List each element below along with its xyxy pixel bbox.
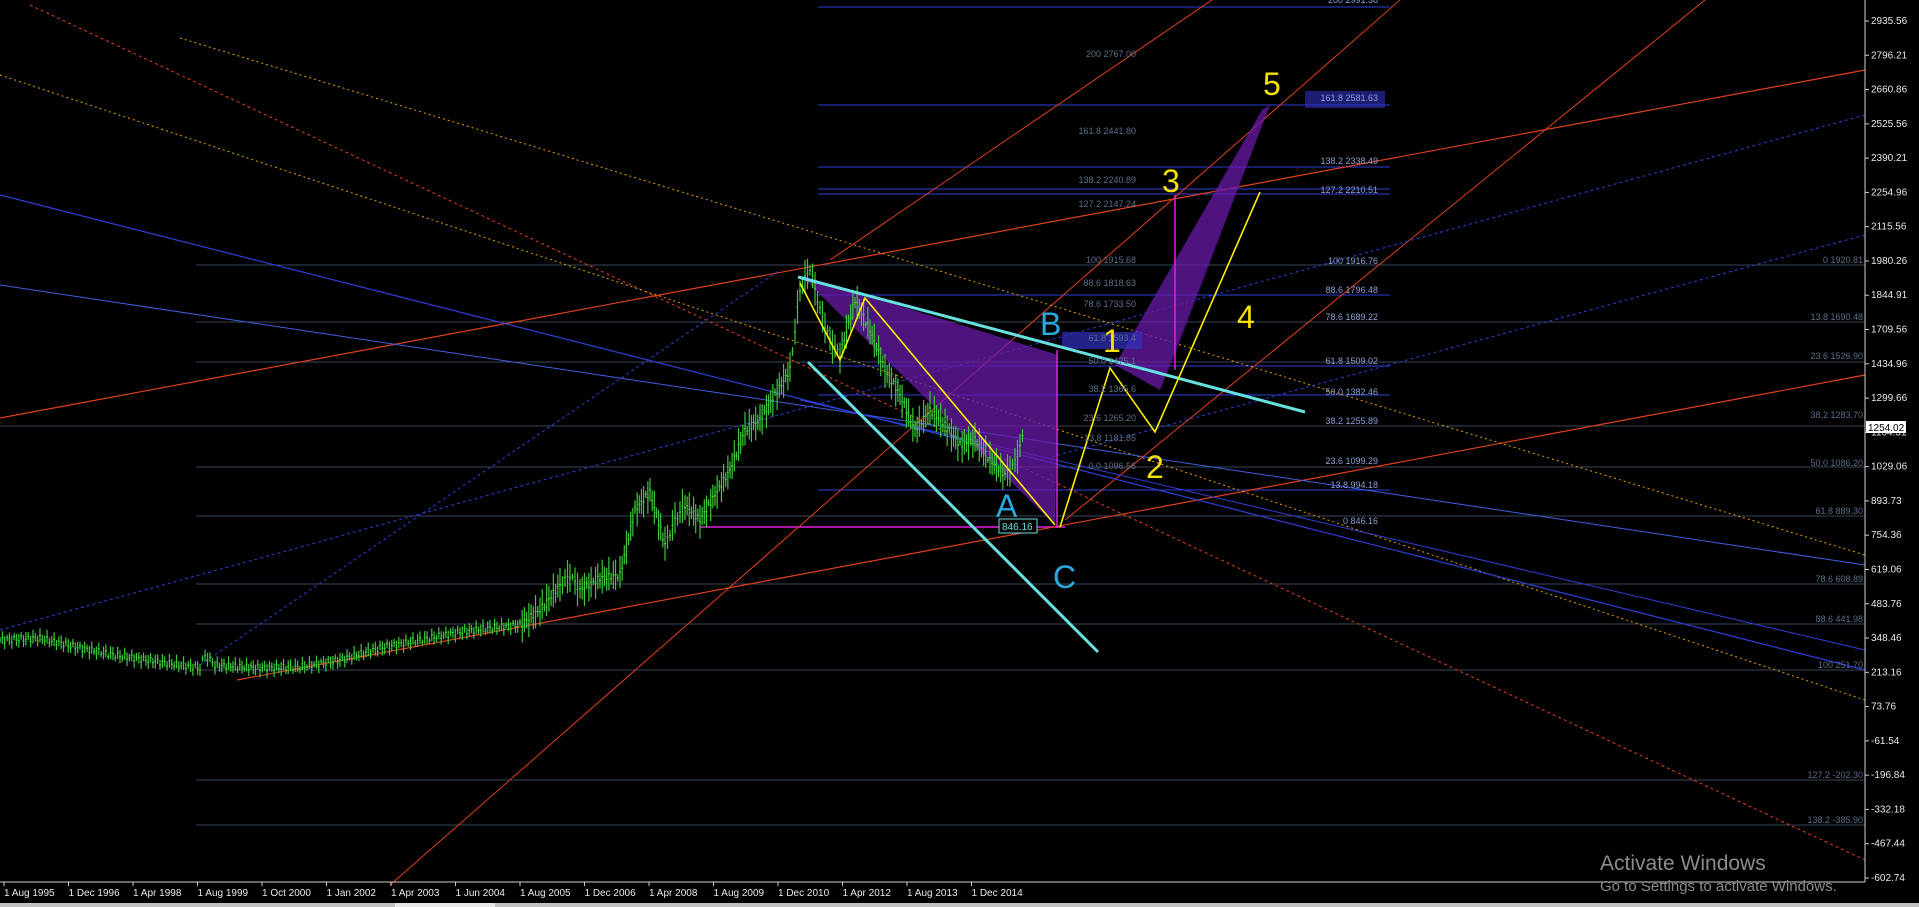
time-axis-label: 1 Dec 2010 bbox=[778, 888, 830, 899]
fib-label: 200 2991.38 bbox=[1328, 0, 1378, 5]
time-axis-label: 1 Apr 2008 bbox=[649, 888, 698, 899]
price-axis-label: 1980.26 bbox=[1871, 256, 1908, 267]
time-axis-label: 1 Apr 2012 bbox=[843, 888, 892, 899]
price-axis-label: 2115.56 bbox=[1871, 222, 1907, 233]
time-axis-label: 1 Jun 2004 bbox=[456, 888, 506, 899]
wave-label-3: 3 bbox=[1162, 163, 1180, 199]
fib-label: 138.2 2338.49 bbox=[1320, 156, 1378, 166]
fib-label: 127.2 2210.51 bbox=[1320, 185, 1378, 195]
price-axis: 2935.56 2796.21 2660.86 2525.56 2390.21 2254.… bbox=[1864, 0, 1908, 884]
price-axis-label: 2935.56 bbox=[1871, 16, 1908, 27]
wave-label-2: 2 bbox=[1146, 449, 1164, 485]
time-axis-label: 1 Aug 2005 bbox=[520, 888, 571, 899]
price-axis-label: 2796.21 bbox=[1871, 50, 1908, 61]
current-price-label: 1254.02 bbox=[1868, 423, 1905, 434]
price-axis-label: 2525.56 bbox=[1871, 119, 1908, 130]
wave-label-4: 4 bbox=[1237, 299, 1255, 335]
fib-label: 0 846.16 bbox=[1343, 516, 1378, 526]
time-axis-label: 1 Apr 2003 bbox=[391, 888, 440, 899]
price-axis-label: 1434.96 bbox=[1871, 359, 1908, 370]
time-axis-label: 1 Dec 2014 bbox=[972, 888, 1024, 899]
fib-label: 38.2 1255.89 bbox=[1325, 416, 1378, 426]
time-axis-label: 1 Dec 1996 bbox=[69, 888, 121, 899]
fib-label: 78.6 1689.22 bbox=[1325, 312, 1378, 322]
fib-label: 61.8 1509.02 bbox=[1325, 356, 1378, 366]
time-axis-label: 1 Apr 1998 bbox=[133, 888, 182, 899]
price-axis-label: 1844.91 bbox=[1871, 290, 1908, 301]
activate-windows-subtitle: Go to Settings to activate Windows. bbox=[1600, 878, 1837, 895]
price-axis-label: 1299.66 bbox=[1871, 393, 1908, 404]
price-chart[interactable]: 200 2767.00161.8 2441.80138.2 2240.89127… bbox=[0, 0, 1919, 907]
price-axis-label: 2660.86 bbox=[1871, 85, 1908, 96]
fib-label: 23.6 1526.90 bbox=[1810, 351, 1863, 361]
price-axis-label: 213.16 bbox=[1871, 667, 1902, 678]
fib-label: 23.6 1265.20 bbox=[1083, 413, 1136, 423]
fib-label: 13.8 1690.48 bbox=[1810, 312, 1863, 322]
price-axis-label: 348.46 bbox=[1871, 633, 1902, 644]
fib-label: 161.8 2581.63 bbox=[1320, 93, 1378, 103]
price-axis-label: -196.84 bbox=[1871, 770, 1905, 781]
wave-label-a: A bbox=[996, 488, 1018, 524]
time-axis-label: 1 Jan 2002 bbox=[327, 888, 377, 899]
fib-label: 38.2 1283.70 bbox=[1810, 410, 1863, 420]
time-axis: 1 Aug 1995 1 Dec 1996 1 Apr 1998 1 Aug 1999… bbox=[0, 881, 1865, 899]
price-axis-label: 483.76 bbox=[1871, 599, 1902, 610]
chart-tab-bar[interactable] bbox=[0, 903, 1919, 907]
fib-labels: 200 2767.00161.8 2441.80138.2 2240.89127… bbox=[1078, 0, 1863, 825]
fib-label: 13.8 994.18 bbox=[1330, 480, 1378, 490]
fib-label: 50.0 1382.46 bbox=[1325, 387, 1378, 397]
time-axis-label: 1 Dec 2006 bbox=[585, 888, 637, 899]
price-axis-label: 893.73 bbox=[1871, 496, 1902, 507]
fib-label: 138.2 -385.90 bbox=[1807, 815, 1863, 825]
fib-label: 0.0 1096.56 bbox=[1088, 461, 1136, 471]
chart-tab[interactable] bbox=[395, 903, 495, 907]
fib-label: 38.2 1365.6 bbox=[1088, 384, 1136, 394]
fib-label: 88.6 1796.48 bbox=[1325, 285, 1378, 295]
time-axis-label: 1 Aug 1995 bbox=[4, 888, 55, 899]
wave-label-c: C bbox=[1053, 559, 1076, 595]
fib-label: 100 1916.76 bbox=[1328, 256, 1378, 266]
fib-label: 88.6 1818.63 bbox=[1083, 278, 1136, 288]
fib-label: 78.6 608.89 bbox=[1815, 574, 1863, 584]
fib-label: 50.0 1086.20 bbox=[1810, 458, 1863, 468]
fib-label: 138.2 2240.89 bbox=[1078, 175, 1136, 185]
fib-label: 200 2767.00 bbox=[1086, 49, 1136, 59]
fib-label: 13.8 1181.85 bbox=[1084, 433, 1136, 443]
wave-label-b: B bbox=[1040, 306, 1061, 342]
price-axis-label: 2254.96 bbox=[1871, 187, 1908, 198]
fib-label: 78.6 1733.50 bbox=[1083, 299, 1136, 309]
fib-label: 127.2 2147.24 bbox=[1078, 199, 1136, 209]
price-axis-label: -61.54 bbox=[1871, 736, 1900, 747]
fib-label: 23.6 1099.29 bbox=[1325, 456, 1378, 466]
price-axis-label: 2390.21 bbox=[1871, 153, 1908, 164]
time-axis-label: 1 Aug 1999 bbox=[198, 888, 249, 899]
fib-label: 61.8 889.30 bbox=[1815, 506, 1863, 516]
red-trendlines bbox=[0, 0, 1866, 886]
price-axis-label: 73.76 bbox=[1871, 702, 1896, 713]
fib-label: 0 1920.81 bbox=[1823, 255, 1863, 265]
price-axis-label: -467.44 bbox=[1871, 839, 1905, 850]
price-axis-label: 1029.06 bbox=[1871, 462, 1908, 473]
fib-label: 127.2 -202.30 bbox=[1807, 770, 1863, 780]
price-axis-label: 619.06 bbox=[1871, 564, 1902, 575]
fib-label: 100 251.70 bbox=[1818, 660, 1863, 670]
wave-label-1: 1 bbox=[1103, 323, 1121, 359]
time-axis-label: 1 Oct 2000 bbox=[262, 888, 311, 899]
wave-label-5: 5 bbox=[1263, 66, 1281, 102]
price-axis-label: 754.36 bbox=[1871, 530, 1902, 541]
price-axis-label: 1709.56 bbox=[1871, 325, 1908, 336]
time-axis-label: 1 Aug 2009 bbox=[714, 888, 765, 899]
fib-label: 88.6 441.98 bbox=[1815, 614, 1863, 624]
price-axis-label: -332.18 bbox=[1871, 804, 1905, 815]
fib-label: 100 1915.68 bbox=[1086, 255, 1136, 265]
chart-window[interactable]: 200 2767.00 161.8 2441.80 138.2 2240.89 127… bbox=[0, 0, 1919, 907]
time-axis-label: 1 Aug 2013 bbox=[907, 888, 958, 899]
price-axis-label: -602.74 bbox=[1871, 873, 1905, 884]
activate-windows-title: Activate Windows bbox=[1600, 852, 1766, 875]
fib-label: 161.8 2441.80 bbox=[1078, 126, 1136, 136]
